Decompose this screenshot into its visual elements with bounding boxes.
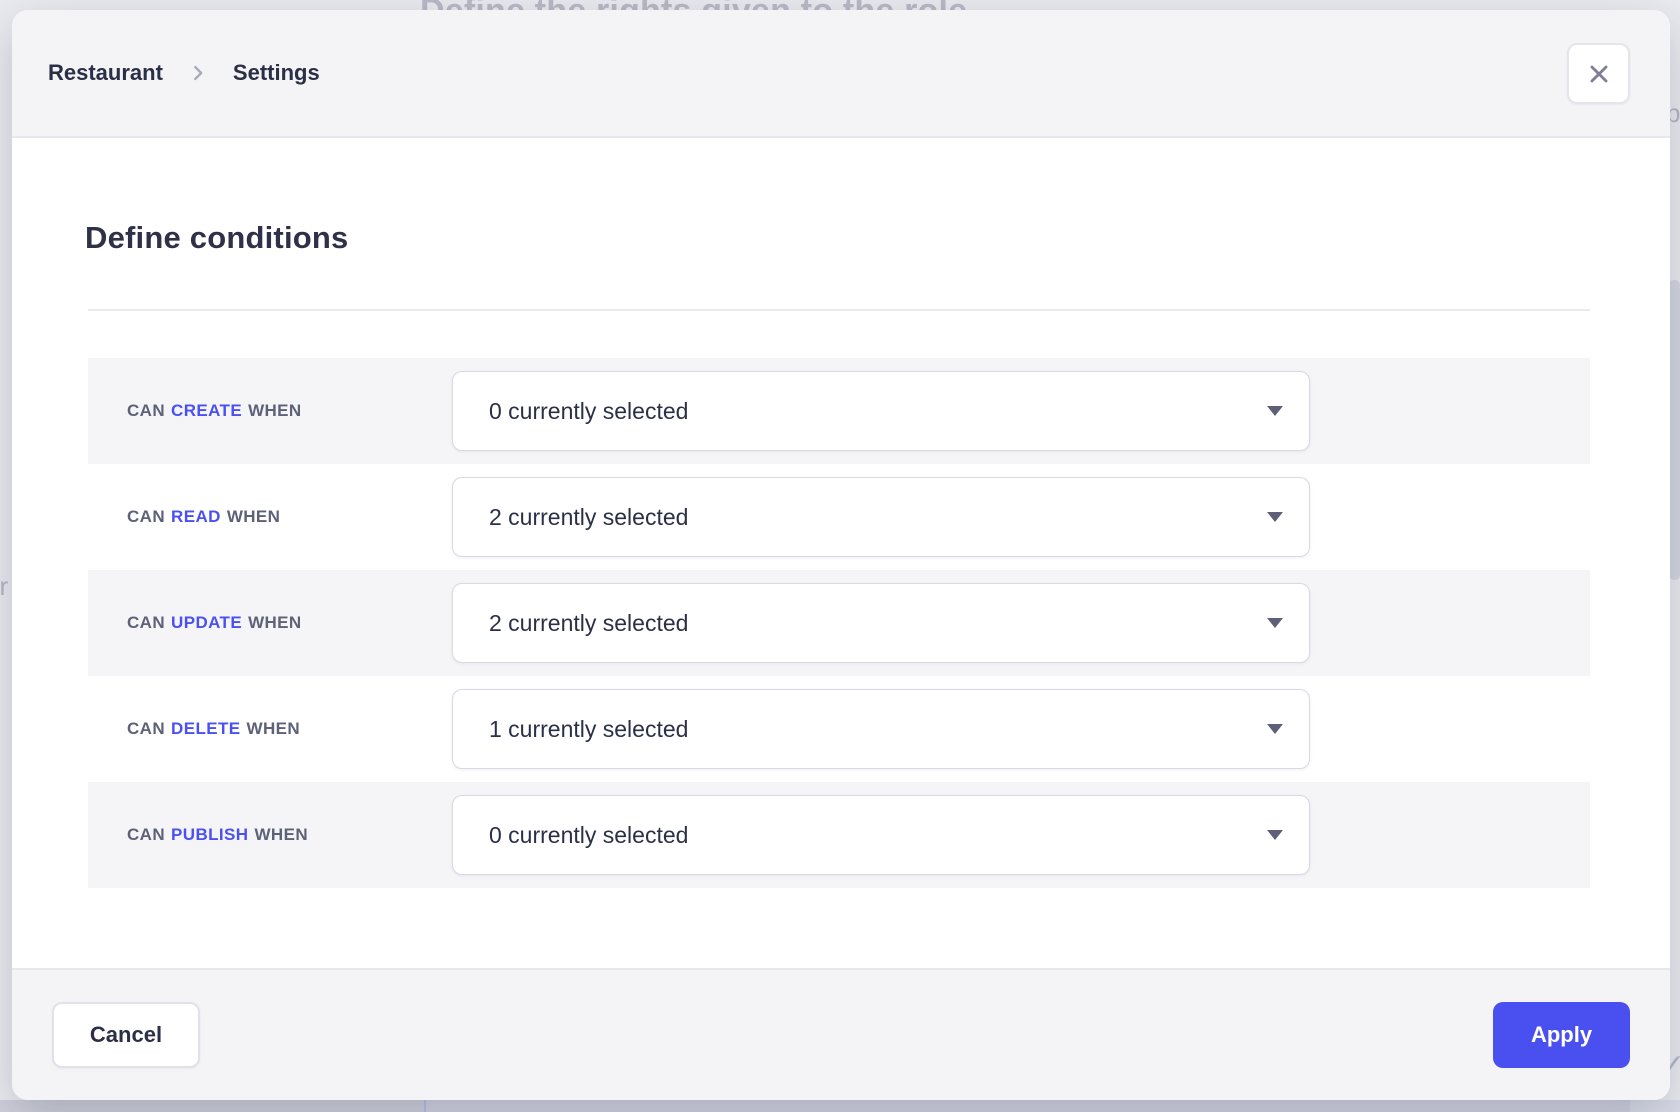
permission-row: CAN PUBLISH WHEN 0 currently selected [88,782,1590,888]
condition-select[interactable]: 0 currently selected [452,795,1310,875]
permission-label-prefix: CAN [127,507,165,527]
background-bottom-bar-divider [424,1100,426,1112]
permission-action: CREATE [171,401,242,421]
condition-select[interactable]: 1 currently selected [452,689,1310,769]
caret-down-icon [1267,618,1283,628]
permission-label-suffix: WHEN [248,613,302,633]
permission-label-suffix: WHEN [254,825,308,845]
background-bottom-bar-segment [1630,1100,1680,1112]
permission-label: CAN DELETE WHEN [127,719,300,739]
close-button[interactable] [1567,43,1630,104]
permission-row: CAN READ WHEN 2 currently selected [88,464,1590,570]
background-bottom-bar [0,1100,1680,1112]
permission-label-prefix: CAN [127,401,165,421]
permission-label: CAN PUBLISH WHEN [127,825,308,845]
caret-down-icon [1267,406,1283,416]
permission-label-prefix: CAN [127,825,165,845]
condition-select[interactable]: 0 currently selected [452,371,1310,451]
permission-row: CAN UPDATE WHEN 2 currently selected [88,570,1590,676]
permission-action: PUBLISH [171,825,248,845]
cancel-button[interactable]: Cancel [52,1002,200,1068]
close-icon [1586,61,1612,87]
background-scrollbar [1669,280,1680,580]
modal-header: Restaurant Settings [12,10,1670,138]
permission-action: UPDATE [171,613,242,633]
breadcrumb-item-restaurant[interactable]: Restaurant [48,60,163,86]
condition-select-value: 1 currently selected [489,716,688,743]
breadcrumb: Restaurant Settings [48,60,320,86]
permission-rows: CAN CREATE WHEN 0 currently selected CAN… [88,358,1590,888]
apply-button[interactable]: Apply [1493,1002,1630,1068]
title-divider [88,309,1590,311]
condition-select-value: 2 currently selected [489,610,688,637]
permission-label-suffix: WHEN [248,401,302,421]
permission-label-prefix: CAN [127,719,165,739]
permission-label-suffix: WHEN [247,719,301,739]
permission-action: READ [171,507,221,527]
permission-label: CAN READ WHEN [127,507,280,527]
permission-label-prefix: CAN [127,613,165,633]
caret-down-icon [1267,724,1283,734]
permission-row: CAN DELETE WHEN 1 currently selected [88,676,1590,782]
settings-modal: Restaurant Settings Define conditions [12,10,1670,1100]
condition-select-value: 0 currently selected [489,398,688,425]
permission-label-suffix: WHEN [227,507,281,527]
condition-select[interactable]: 2 currently selected [452,477,1310,557]
permission-row: CAN CREATE WHEN 0 currently selected [88,358,1590,464]
permission-label: CAN UPDATE WHEN [127,613,302,633]
caret-down-icon [1267,830,1283,840]
chevron-right-icon [187,62,209,84]
screen: Define the rights given to the role rdgo… [0,0,1680,1112]
condition-select-value: 0 currently selected [489,822,688,849]
condition-select[interactable]: 2 currently selected [452,583,1310,663]
page-title: Define conditions [85,220,348,256]
modal-footer: Cancel Apply [12,968,1670,1100]
background-bottom-bar-segment [0,1100,424,1112]
breadcrumb-item-settings[interactable]: Settings [233,60,320,86]
permission-action: DELETE [171,719,240,739]
permission-label: CAN CREATE WHEN [127,401,302,421]
condition-select-value: 2 currently selected [489,504,688,531]
caret-down-icon [1267,512,1283,522]
